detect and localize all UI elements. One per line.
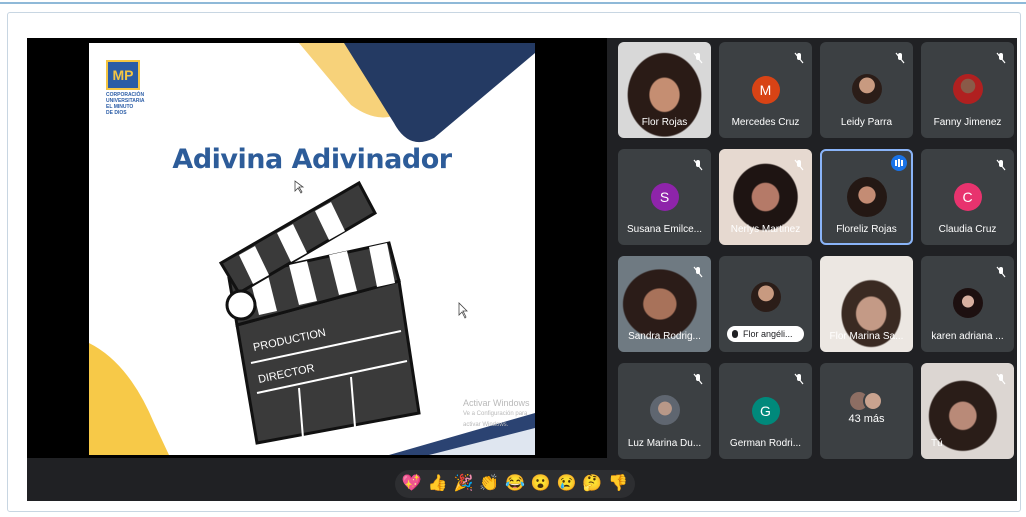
mic-off-icon (996, 266, 1006, 278)
thumbs-down-icon[interactable]: 👎 (608, 474, 628, 494)
participant-photo (750, 282, 781, 312)
mic-icon (732, 330, 738, 338)
participant-name: German Rodri... (729, 438, 802, 449)
participant-tile[interactable]: Nerlys Martinez (719, 149, 812, 245)
mic-off-icon (693, 52, 703, 64)
mic-off-icon (996, 159, 1006, 171)
participant-avatar: C (953, 183, 982, 211)
participant-name: karen adriana ... (931, 331, 1004, 342)
slide-title: Adivina Adivinador (172, 144, 452, 175)
participant-tile[interactable]: Sandra Rodrig... (618, 256, 711, 352)
participant-photo (851, 74, 882, 104)
participant-name: Leidy Parra (840, 117, 893, 128)
participant-tile[interactable]: G German Rodri... (719, 363, 812, 459)
participant-avatar: M (751, 76, 780, 104)
logo-text: CORPORACIÓN UNIVERSITARIA EL MINUTO DE D… (106, 92, 145, 116)
participant-tile[interactable]: Luz Marina Du... (618, 363, 711, 459)
participant-tile[interactable]: M Mercedes Cruz (719, 42, 812, 138)
participant-tile[interactable]: karen adriana ... (921, 256, 1014, 352)
sad-face-icon[interactable]: 😢 (556, 474, 577, 494)
participant-name: Mercedes Cruz (731, 117, 800, 128)
self-view-tile[interactable]: Tú (921, 363, 1014, 459)
clapping-hands-icon[interactable]: 👏 (479, 474, 499, 494)
participant-tile-active-speaker[interactable]: Floreliz Rojas (820, 149, 913, 245)
speaking-indicator-icon (891, 155, 907, 171)
mic-off-icon (996, 373, 1006, 385)
more-participants-avatars (849, 391, 883, 411)
mic-off-icon (895, 52, 905, 64)
participant-name: Flor Marina Sa... (829, 331, 904, 342)
mouse-cursor-icon (294, 180, 305, 194)
participant-name: Nerlys Martinez (730, 224, 801, 235)
surprised-face-icon[interactable]: 😮 (531, 474, 551, 494)
reactions-bar: 💖 👍 🎉 👏 😂 😮 😢 🤔 👎 (395, 470, 635, 498)
presentation-slide: PRODUCTION DIRECTOR MP CORPORACIÓN UNIVE… (89, 43, 535, 455)
participant-tile[interactable]: Fanny Jimenez (921, 42, 1014, 138)
participant-name: Flor angéli... (743, 329, 793, 339)
logo-mark: MP (106, 60, 140, 90)
participant-avatar: S (650, 183, 679, 211)
participant-name: Luz Marina Du... (627, 438, 702, 449)
participant-tile[interactable]: C Claudia Cruz (921, 149, 1014, 245)
thinking-face-icon[interactable]: 🤔 (582, 474, 602, 494)
watermark-subtitle: Ve a Configuración para activar Windows. (463, 411, 528, 428)
participant-name: Claudia Cruz (938, 224, 997, 235)
mic-off-icon (996, 52, 1006, 64)
more-participants-count: 43 más (848, 413, 885, 425)
party-popper-icon[interactable]: 🎉 (453, 474, 473, 494)
presentation-area: PRODUCTION DIRECTOR MP CORPORACIÓN UNIVE… (27, 38, 607, 458)
top-border-line (0, 2, 1026, 4)
watermark-title: Activar Windows (463, 398, 530, 408)
university-logo: MP CORPORACIÓN UNIVERSITARIA EL MINUTO D… (106, 60, 146, 116)
mic-off-icon (693, 266, 703, 278)
participant-photo (952, 74, 983, 104)
participant-photo (846, 177, 887, 217)
participant-name: Sandra Rodrig... (628, 331, 701, 342)
sparkling-heart-icon[interactable]: 💖 (402, 474, 422, 494)
participant-name: Susana Emilce... (626, 224, 703, 235)
participant-tile[interactable]: S Susana Emilce... (618, 149, 711, 245)
meeting-window: PRODUCTION DIRECTOR MP CORPORACIÓN UNIVE… (27, 38, 1017, 501)
participant-name: Flor Rojas (641, 117, 688, 128)
participant-name-chip: Flor angéli... (727, 326, 804, 342)
thumbs-up-icon[interactable]: 👍 (428, 474, 448, 494)
slide-decoration: PRODUCTION DIRECTOR (89, 43, 535, 455)
mic-off-icon (794, 52, 804, 64)
mic-off-icon (693, 159, 703, 171)
mouse-cursor-icon-2 (458, 302, 468, 319)
participant-photo (649, 395, 680, 425)
participant-tile[interactable]: Flor Rojas (618, 42, 711, 138)
participant-name: Floreliz Rojas (836, 224, 897, 235)
participant-tile[interactable]: Leidy Parra (820, 42, 913, 138)
mic-off-icon (794, 373, 804, 385)
participant-avatar: G (751, 397, 780, 425)
participant-tile[interactable]: Flor Marina Sa... (820, 256, 913, 352)
more-participants-tile[interactable]: 43 más (820, 363, 913, 459)
windows-activation-watermark: Activar Windows Ve a Configuración para … (463, 398, 535, 431)
tears-of-joy-icon[interactable]: 😂 (505, 474, 525, 494)
clapperboard-illustration: PRODUCTION DIRECTOR (218, 180, 421, 445)
self-name: Tú (931, 438, 943, 449)
mic-off-icon (693, 373, 703, 385)
participant-photo (952, 288, 983, 318)
mic-off-icon (794, 159, 804, 171)
participant-tile[interactable]: Flor angéli... (719, 256, 812, 352)
participant-name: Fanny Jimenez (933, 117, 1002, 128)
